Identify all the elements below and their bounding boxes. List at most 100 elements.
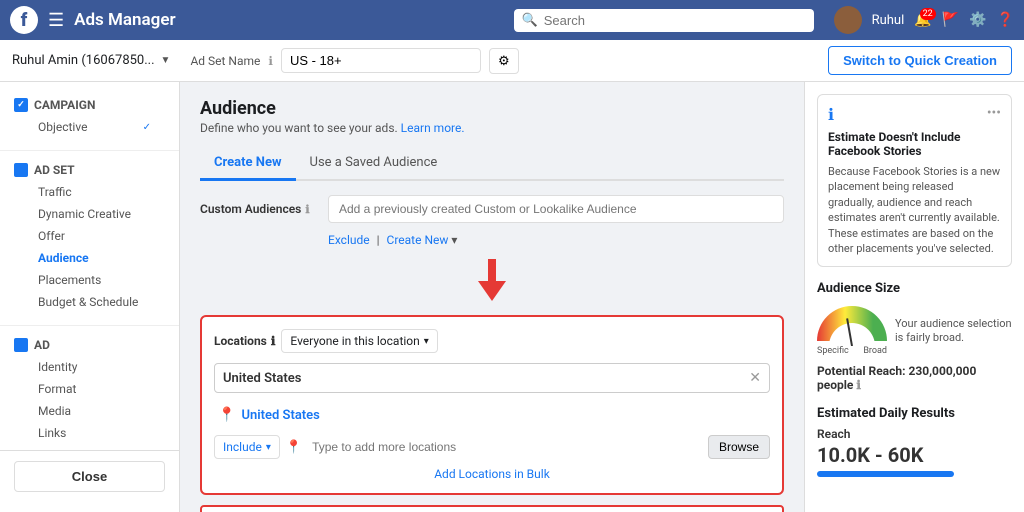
user-name[interactable]: Ruhul xyxy=(872,13,905,28)
sidebar-item-identity[interactable]: Identity xyxy=(14,356,165,378)
search-bar[interactable]: 🔍 xyxy=(514,9,814,32)
sidebar-footer: Close xyxy=(0,450,179,502)
quick-creation-button[interactable]: Switch to Quick Creation xyxy=(828,46,1012,75)
audience-subtitle: Define who you want to see your ads. Lea… xyxy=(200,121,784,135)
include-row: Include ▾ 📍 Browse xyxy=(214,435,770,459)
reach-label: Reach xyxy=(817,427,1012,441)
info-card: ℹ ••• Estimate Doesn't Include Facebook … xyxy=(817,94,1012,267)
tabs: Create New Use a Saved Audience xyxy=(200,147,784,181)
sidebar-item-audience[interactable]: Audience xyxy=(14,247,165,269)
adset-label: Ad Set xyxy=(34,163,75,177)
tab-create-new[interactable]: Create New xyxy=(200,147,296,181)
close-button[interactable]: Close xyxy=(14,461,165,492)
adset-label: Ad Set Name xyxy=(190,54,260,68)
add-location-input[interactable] xyxy=(308,436,702,458)
potential-reach-info-icon: ℹ xyxy=(856,378,861,392)
help-icon[interactable]: ❓ xyxy=(997,12,1014,28)
adset-checkbox xyxy=(14,163,28,177)
tab-saved-audience[interactable]: Use a Saved Audience xyxy=(296,147,452,181)
red-arrow xyxy=(478,259,506,301)
locations-header: Locations ℹ Everyone in this location ▾ xyxy=(214,329,770,353)
sidebar-item-traffic[interactable]: Traffic xyxy=(14,181,165,203)
info-card-icon: ℹ xyxy=(828,105,834,124)
gauge-specific-label: Specific xyxy=(817,346,849,356)
reach-value: 10.0K - 60K xyxy=(817,443,1012,467)
app-title: Ads Manager xyxy=(74,10,175,30)
sidebar-item-offer[interactable]: Offer xyxy=(14,225,165,247)
arrow-head xyxy=(478,281,506,301)
info-card-text: Because Facebook Stories is a new placem… xyxy=(828,164,1001,256)
info-card-header: ℹ ••• xyxy=(828,105,1001,124)
sidebar-item-objective[interactable]: Objective ✓ xyxy=(14,116,165,138)
add-bulk-link[interactable]: Add Locations in Bulk xyxy=(214,467,770,481)
avatar xyxy=(834,6,862,34)
search-box: United States ✕ xyxy=(214,363,770,393)
right-panel: ℹ ••• Estimate Doesn't Include Facebook … xyxy=(804,82,1024,512)
notification-badge: 22 xyxy=(920,8,936,20)
gauge-container: Specific Broad Your audience selection i… xyxy=(817,306,1012,356)
objective-label: Objective xyxy=(38,120,87,134)
include-label: Include xyxy=(223,440,262,454)
notifications-icon[interactable]: 🔔 22 xyxy=(914,12,931,28)
campaign-checkbox: ✓ xyxy=(14,98,28,112)
gauge xyxy=(817,306,887,346)
exclude-link[interactable]: Exclude xyxy=(328,233,370,247)
potential-reach: Potential Reach: 230,000,000 people ℹ xyxy=(817,364,1012,392)
adset-section: Ad Set Traffic Dynamic Creative Offer Au… xyxy=(0,157,179,319)
account-selector[interactable]: Ruhul Amin (16067850... ▼ xyxy=(12,53,170,68)
estimated-section: Estimated Daily Results Reach 10.0K - 60… xyxy=(817,406,1012,477)
adset-info-icon: ℹ xyxy=(268,54,273,68)
objective-check: ✓ xyxy=(143,122,151,133)
reach-bar xyxy=(817,471,954,477)
flag-icon[interactable]: 🚩 xyxy=(942,12,959,28)
location-pin-icon: 📍 xyxy=(218,407,235,423)
location-pin-icon-2: 📍 xyxy=(286,440,302,455)
exclude-links: Exclude | Create New ▾ xyxy=(328,233,784,247)
locations-info-icon: ℹ xyxy=(271,334,276,348)
adset-name-area: Ad Set Name ℹ ⚙ xyxy=(190,48,808,74)
sidebar-divider-1 xyxy=(0,150,179,151)
browse-button[interactable]: Browse xyxy=(708,435,770,459)
separator: | xyxy=(377,233,380,247)
adset-settings-button[interactable]: ⚙ xyxy=(489,48,519,74)
audience-title: Audience xyxy=(200,98,784,119)
main-content: Audience Define who you want to see your… xyxy=(180,82,804,512)
arrow-shaft xyxy=(488,259,496,281)
audience-header: Audience Define who you want to see your… xyxy=(200,98,784,135)
info-card-dots[interactable]: ••• xyxy=(987,105,1001,121)
campaign-header: ✓ Campaign xyxy=(14,98,165,112)
hamburger-icon[interactable]: ☰ xyxy=(48,10,64,31)
locations-box: Locations ℹ Everyone in this location ▾ … xyxy=(200,315,784,495)
settings-icon[interactable]: ⚙️ xyxy=(969,12,986,28)
locations-dropdown[interactable]: Everyone in this location ▾ xyxy=(281,329,437,353)
top-nav: f ☰ Ads Manager 🔍 Ruhul 🔔 22 🚩 ⚙️ ❓ xyxy=(0,0,1024,40)
custom-audiences-input[interactable] xyxy=(328,195,784,223)
custom-audiences-row: Custom Audiences ℹ xyxy=(200,195,784,223)
location-item: 📍 United States xyxy=(214,401,770,429)
close-search-icon[interactable]: ✕ xyxy=(749,370,761,386)
audience-size-section: Audience Size Specific Broad Your audien… xyxy=(817,281,1012,392)
search-input[interactable] xyxy=(544,13,806,28)
account-caret: ▼ xyxy=(161,55,171,66)
arrow-container xyxy=(200,259,784,315)
sidebar-item-budget[interactable]: Budget & Schedule xyxy=(14,291,165,313)
estimated-title: Estimated Daily Results xyxy=(817,406,1012,421)
adset-header: Ad Set xyxy=(14,163,165,177)
create-new-link[interactable]: Create New xyxy=(387,233,449,247)
include-caret: ▾ xyxy=(266,442,271,453)
locations-label: Locations ℹ xyxy=(214,334,275,348)
sidebar-item-placements[interactable]: Placements xyxy=(14,269,165,291)
sidebar-item-media[interactable]: Media xyxy=(14,400,165,422)
sidebar-item-format[interactable]: Format xyxy=(14,378,165,400)
sidebar-item-dynamic[interactable]: Dynamic Creative xyxy=(14,203,165,225)
gauge-labels: Specific Broad xyxy=(817,346,887,356)
age-row: Age ℹ 18 - 65+ xyxy=(200,505,784,512)
sidebar-divider-2 xyxy=(0,325,179,326)
adset-input[interactable] xyxy=(281,48,481,73)
custom-audiences-label: Custom Audiences ℹ xyxy=(200,202,320,216)
sidebar-item-links[interactable]: Links xyxy=(14,422,165,444)
learn-more-link[interactable]: Learn more. xyxy=(401,121,465,135)
search-box-text: United States xyxy=(223,371,301,386)
locations-caret: ▾ xyxy=(424,336,429,347)
include-dropdown[interactable]: Include ▾ xyxy=(214,435,280,459)
